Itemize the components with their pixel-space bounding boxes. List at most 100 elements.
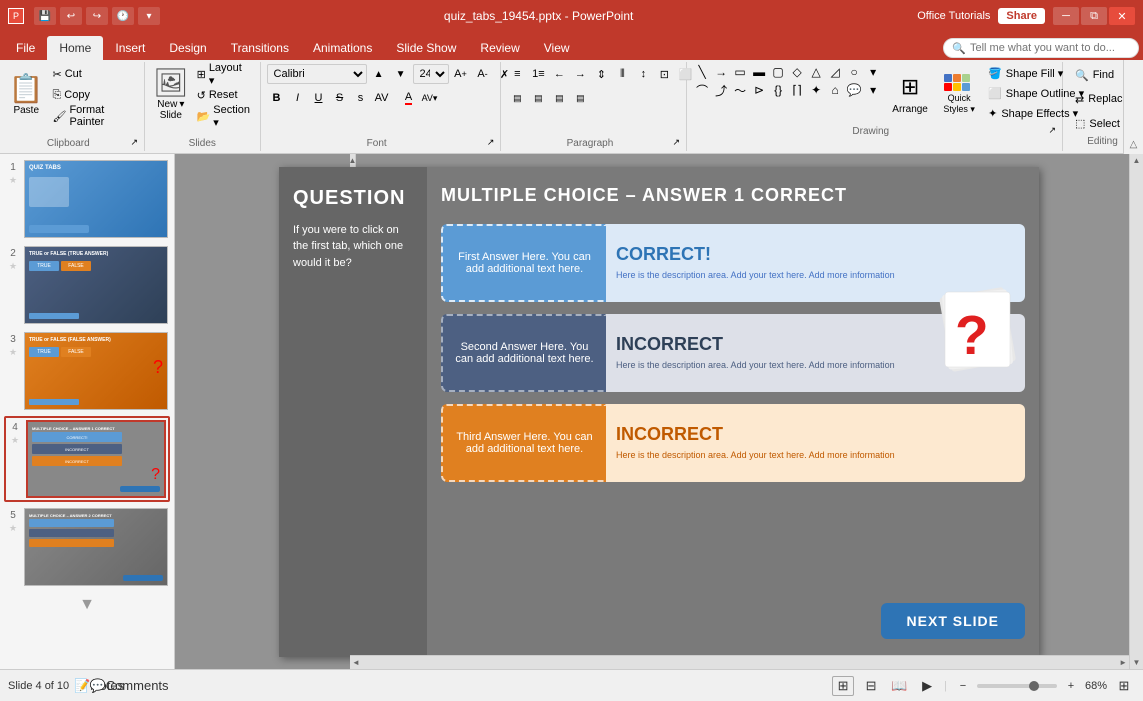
- slide-thumbnail-4[interactable]: 4 ★ MULTIPLE CHOICE – ANSWER 1 CORRECT C…: [4, 416, 170, 502]
- section-button[interactable]: 📂 Section ▾: [193, 106, 254, 126]
- font-increase-button[interactable]: ▲: [369, 64, 389, 84]
- new-slide-button[interactable]: 🖼 New ▾ Slide: [151, 64, 191, 123]
- justify-button[interactable]: ▤: [570, 88, 590, 108]
- shape-arrow[interactable]: →: [712, 64, 730, 80]
- cut-button[interactable]: ✂ Cut: [48, 64, 138, 84]
- clipboard-expand-icon[interactable]: ↗: [131, 137, 139, 148]
- next-slide-button[interactable]: NEXT SLIDE: [881, 603, 1025, 639]
- char-spacing-button[interactable]: AV: [372, 88, 392, 108]
- tab-review[interactable]: Review: [468, 36, 531, 60]
- bold-button[interactable]: B: [267, 88, 287, 108]
- scroll-up-icon[interactable]: ▲: [349, 156, 357, 165]
- shape-banner[interactable]: ⌂: [826, 82, 844, 98]
- tab-home[interactable]: Home: [47, 36, 103, 60]
- normal-view-button[interactable]: ⊞: [832, 676, 854, 696]
- shape-brace[interactable]: ⌈⌉: [788, 82, 806, 98]
- shape-right-triangle[interactable]: ◿: [826, 64, 844, 80]
- tab-view[interactable]: View: [532, 36, 582, 60]
- tab-animations[interactable]: Animations: [301, 36, 384, 60]
- shape-diamond[interactable]: ◇: [788, 64, 806, 80]
- share-button[interactable]: Share: [998, 8, 1045, 24]
- reading-view-button[interactable]: 📖: [888, 676, 910, 696]
- shape-roundrect[interactable]: ▢: [769, 64, 787, 80]
- paragraph-expand-icon[interactable]: ↗: [673, 137, 681, 148]
- autosave-button[interactable]: 🕐: [112, 7, 134, 25]
- font-color-button[interactable]: A: [399, 88, 419, 108]
- shape-expand2[interactable]: ▾: [864, 82, 882, 98]
- shape-bracket[interactable]: {}: [769, 82, 787, 98]
- font-expand-icon[interactable]: ↗: [487, 137, 495, 148]
- quick-styles-button[interactable]: Quick Styles ▾: [938, 64, 980, 124]
- tab-slideshow[interactable]: Slide Show: [384, 36, 468, 60]
- slide-thumbnail-1[interactable]: 1 ★ QUIZ TABS: [4, 158, 170, 240]
- tab-transitions[interactable]: Transitions: [219, 36, 301, 60]
- align-center-button[interactable]: ▤: [528, 88, 548, 108]
- shape-ellipse[interactable]: ○: [845, 64, 863, 80]
- customize-qat-button[interactable]: ▾: [138, 7, 160, 25]
- decrease-indent-button[interactable]: ←: [549, 64, 569, 84]
- zoom-out-button[interactable]: −: [953, 676, 973, 696]
- slide-show-button[interactable]: ▶: [916, 676, 938, 696]
- slide-thumbnail-3[interactable]: 3 ★ TRUE or FALSE (FALSE ANSWER) TRUE FA…: [4, 330, 170, 412]
- close-button[interactable]: ✕: [1109, 7, 1135, 25]
- format-painter-button[interactable]: 🖌 Format Painter: [48, 106, 138, 126]
- underline-button[interactable]: U: [309, 88, 329, 108]
- search-box[interactable]: 🔍: [943, 38, 1139, 58]
- shape-rect[interactable]: ▭: [731, 64, 749, 80]
- text-highlight-button[interactable]: AV▾: [420, 88, 440, 108]
- shape-curve[interactable]: ⌒: [693, 82, 711, 98]
- reset-button[interactable]: ↺ Reset: [193, 85, 254, 105]
- align-left-button[interactable]: ▤: [507, 88, 527, 108]
- increase-font-size-button[interactable]: A+: [451, 64, 471, 84]
- zoom-slider[interactable]: [977, 684, 1057, 688]
- layout-button[interactable]: ⊞ Layout ▾: [193, 64, 254, 84]
- shape-rect2[interactable]: ▬: [750, 64, 768, 80]
- copy-button[interactable]: ⎘ Copy: [48, 85, 138, 105]
- shape-expand[interactable]: ▾: [864, 64, 882, 80]
- numbered-list-button[interactable]: 1≡: [528, 64, 548, 84]
- comments-button[interactable]: 💬 Comments: [118, 676, 140, 696]
- bullets-button[interactable]: ≡: [507, 64, 527, 84]
- slide-thumbnail-5[interactable]: 5 ★ MULTIPLE CHOICE – ANSWER 2 CORRECT: [4, 506, 170, 588]
- slide-thumbnail-2[interactable]: 2 ★ TRUE or FALSE (TRUE ANSWER) TRUE FAL…: [4, 244, 170, 326]
- office-tutorials-link[interactable]: Office Tutorials: [917, 10, 990, 22]
- search-input[interactable]: [970, 42, 1130, 54]
- font-name-select[interactable]: Calibri: [267, 64, 367, 84]
- shape-line[interactable]: ╲: [693, 64, 711, 80]
- align-right-button[interactable]: ▤: [549, 88, 569, 108]
- text-direction-button[interactable]: ↕: [633, 64, 653, 84]
- font-decrease-button[interactable]: ▼: [391, 64, 411, 84]
- bottom-scrollbar[interactable]: ◄ ►: [350, 655, 1129, 669]
- drawing-expand-icon[interactable]: ↗: [1048, 125, 1056, 136]
- shape-freeform[interactable]: ⤴: [712, 82, 730, 98]
- font-size-select[interactable]: 24: [413, 64, 449, 84]
- increase-indent-button[interactable]: →: [570, 64, 590, 84]
- scroll-down-arrow[interactable]: ▼: [1133, 658, 1141, 667]
- restore-button[interactable]: ⧉: [1081, 7, 1107, 25]
- align-text-button[interactable]: ⊡: [654, 64, 674, 84]
- tab-file[interactable]: File: [4, 36, 47, 60]
- redo-button[interactable]: ↪: [86, 7, 108, 25]
- tab-design[interactable]: Design: [157, 36, 218, 60]
- strikethrough-button[interactable]: S: [330, 88, 350, 108]
- slide-sorter-button[interactable]: ⊟: [860, 676, 882, 696]
- arrange-button[interactable]: ⊞ Arrange: [886, 64, 934, 124]
- shape-triangle[interactable]: △: [807, 64, 825, 80]
- right-scrollbar[interactable]: ▲ ▼: [1129, 154, 1143, 669]
- shape-scribble[interactable]: 〜: [731, 82, 749, 98]
- shadow-button[interactable]: s: [351, 88, 371, 108]
- columns-button[interactable]: ⦀: [612, 64, 632, 84]
- ribbon-collapse-button[interactable]: △: [1123, 60, 1143, 154]
- line-spacing-button[interactable]: ⇕: [591, 64, 611, 84]
- undo-button[interactable]: ↩: [60, 7, 82, 25]
- shape-callout[interactable]: 💬: [845, 82, 863, 98]
- shape-chevron[interactable]: ⊳: [750, 82, 768, 98]
- shape-star[interactable]: ✦: [807, 82, 825, 98]
- fit-to-window-button[interactable]: ⊞: [1113, 676, 1135, 696]
- tab-insert[interactable]: Insert: [103, 36, 157, 60]
- italic-button[interactable]: I: [288, 88, 308, 108]
- scroll-down-button[interactable]: ▼: [4, 592, 170, 618]
- paste-button[interactable]: 📋 Paste: [6, 64, 46, 124]
- zoom-in-button[interactable]: +: [1061, 676, 1081, 696]
- save-button[interactable]: 💾: [34, 7, 56, 25]
